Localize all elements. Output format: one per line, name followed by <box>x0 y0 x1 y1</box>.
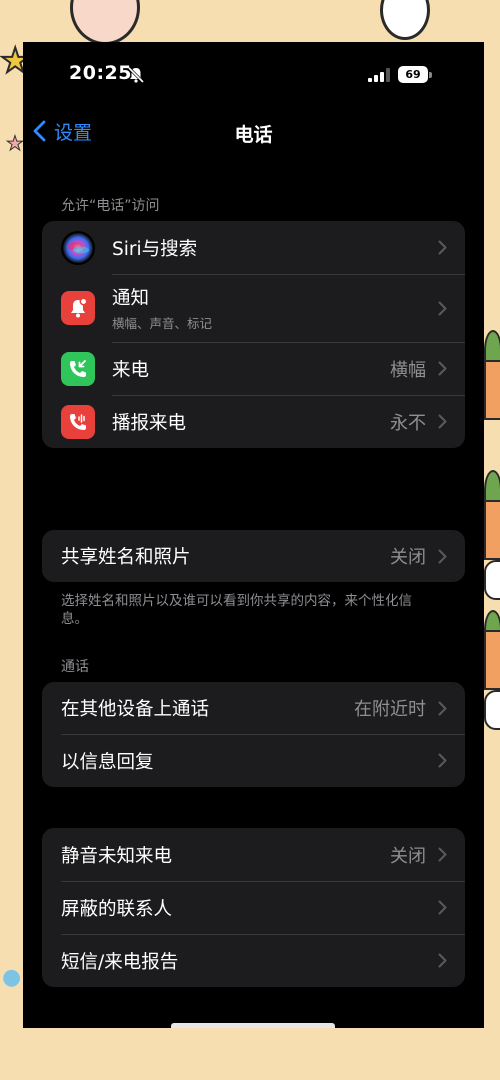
row-incoming-calls[interactable]: 来电 横幅 <box>42 342 465 395</box>
notification-bell-icon <box>61 291 95 325</box>
access-group: Siri与搜索 通知 横幅、声音、标记 来电 横幅 播报来电 永不 <box>42 221 465 448</box>
cat-decoration-icon <box>484 690 500 730</box>
row-text: 短信/来电报告 <box>61 948 438 974</box>
chevron-right-icon <box>438 900 447 915</box>
chevron-right-icon <box>438 240 447 255</box>
row-text: 以信息回复 <box>61 748 438 774</box>
siri-icon <box>61 230 95 265</box>
phone-screen: 20:25 69 设置 电话 允许“电话”访问 Siri与搜索 通知 横幅、声音… <box>23 42 484 1028</box>
row-value: 关闭 <box>390 845 426 867</box>
paw-decoration-icon: ● <box>2 965 22 990</box>
status-time: 20:25 <box>69 62 132 84</box>
chevron-right-icon <box>438 549 447 563</box>
row-text: 在其他设备上通话 <box>61 695 354 721</box>
chevron-right-icon <box>438 953 447 968</box>
share-footer-note: 选择姓名和照片以及谁可以看到你共享的内容，来个性化信息。 <box>61 593 412 627</box>
row-label: 共享姓名和照片 <box>61 547 191 568</box>
chevron-right-icon <box>438 753 447 768</box>
battery-indicator: 69 <box>398 66 428 83</box>
row-label: 播报来电 <box>112 412 187 434</box>
row-blocked-contacts[interactable]: 屏蔽的联系人 <box>42 881 465 934</box>
home-indicator[interactable] <box>171 1023 335 1028</box>
navigation-bar: 设置 电话 <box>23 106 484 156</box>
bell-slash-icon <box>127 66 145 84</box>
row-label: 短信/来电报告 <box>61 951 179 973</box>
more-group: 静音未知来电 关闭 屏蔽的联系人 短信/来电报告 <box>42 828 465 987</box>
section-header-access: 允许“电话”访问 <box>61 198 160 214</box>
pot-decoration <box>484 360 500 420</box>
row-sms-call-reporting[interactable]: 短信/来电报告 <box>42 934 465 987</box>
row-text: 静音未知来电 <box>61 842 390 868</box>
row-notifications[interactable]: 通知 横幅、声音、标记 <box>42 274 465 342</box>
chevron-right-icon <box>438 701 447 715</box>
row-value: 横幅 <box>390 359 426 381</box>
row-text: Siri与搜索 <box>112 235 438 261</box>
row-text: 播报来电 <box>112 409 390 435</box>
cat-decoration-icon <box>484 560 500 600</box>
row-text: 屏蔽的联系人 <box>61 895 438 921</box>
share-group: 共享姓名和照片 关闭 <box>42 530 465 582</box>
pot-decoration <box>484 630 500 690</box>
calls-group: 在其他设备上通话 在附近时 以信息回复 <box>42 682 465 787</box>
row-text: 来电 <box>112 356 390 382</box>
incoming-call-icon <box>61 351 95 386</box>
announce-calls-icon <box>61 404 95 439</box>
row-label: 通知 <box>112 288 150 309</box>
chevron-right-icon <box>438 414 447 429</box>
row-label: 在其他设备上通话 <box>61 699 210 720</box>
row-text: 共享姓名和照片 <box>61 543 390 569</box>
section-header-calls: 通话 <box>61 659 89 675</box>
cellular-signal-icon <box>368 68 390 82</box>
battery-tip <box>429 72 432 78</box>
status-bar: 20:25 69 <box>23 42 484 106</box>
row-share-name-photo[interactable]: 共享姓名和照片 关闭 <box>42 530 465 582</box>
row-sublabel: 横幅、声音、标记 <box>112 316 213 331</box>
wallpaper-decoration <box>380 0 430 40</box>
row-value: 关闭 <box>390 547 426 568</box>
pot-decoration <box>484 500 500 560</box>
row-value: 永不 <box>390 412 426 434</box>
row-calls-other-devices[interactable]: 在其他设备上通话 在附近时 <box>42 682 465 734</box>
row-siri-search[interactable]: Siri与搜索 <box>42 221 465 274</box>
page-title: 电话 <box>234 124 273 146</box>
wallpaper-decoration <box>70 0 140 45</box>
chevron-right-icon <box>438 847 447 862</box>
row-label: 屏蔽的联系人 <box>61 898 173 920</box>
row-announce-calls[interactable]: 播报来电 永不 <box>42 395 465 448</box>
row-label: 以信息回复 <box>61 751 154 773</box>
row-respond-with-text[interactable]: 以信息回复 <box>42 734 465 787</box>
row-label: 静音未知来电 <box>61 845 173 867</box>
chevron-right-icon <box>438 361 447 376</box>
row-silence-unknown-callers[interactable]: 静音未知来电 关闭 <box>42 828 465 881</box>
row-label: 来电 <box>112 359 150 381</box>
chevron-right-icon <box>438 301 447 315</box>
row-label: Siri与搜索 <box>112 238 198 260</box>
row-value: 在附近时 <box>354 699 426 720</box>
row-text: 通知 横幅、声音、标记 <box>112 284 438 332</box>
